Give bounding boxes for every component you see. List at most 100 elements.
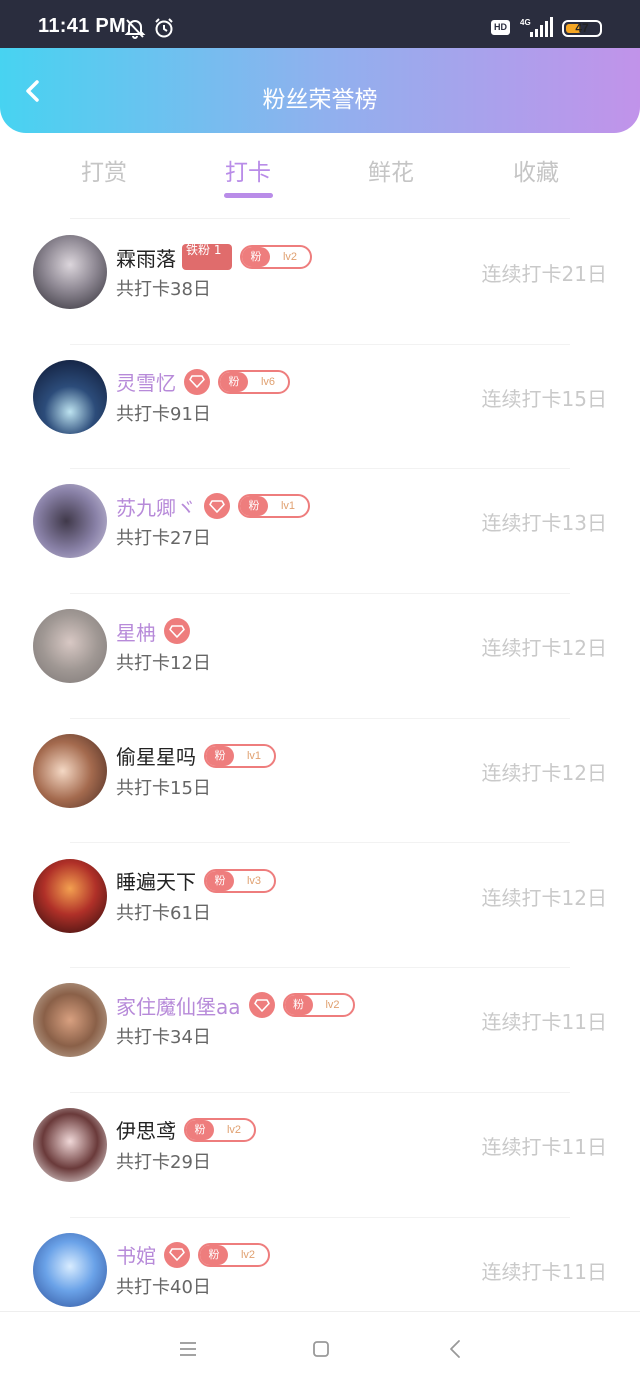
avatar-image [33, 609, 107, 684]
hd-icon: HD [491, 20, 510, 35]
total-checkin: 共打卡38日 [116, 279, 211, 300]
streak-days: 连续打卡12日 [481, 636, 607, 661]
header: 粉丝荣誉榜 [0, 48, 640, 133]
avatar[interactable] [33, 235, 107, 309]
avatar-image [33, 235, 107, 309]
fan-row[interactable]: 家住魔仙堡aa 粉 lv2 共打卡34日 连续打卡11日 [0, 968, 640, 1093]
battery-level: 47 [575, 21, 589, 35]
bell-muted-icon [124, 19, 146, 39]
streak-days: 连续打卡11日 [481, 1259, 607, 1284]
fan-badge-level: lv1 [246, 749, 262, 762]
avatar-image [33, 1232, 107, 1307]
streak-days: 连续打卡12日 [481, 885, 607, 910]
battery-icon: 47 [562, 20, 602, 37]
fan-row[interactable]: 星柟 共打卡12日 连续打卡12日 [0, 594, 640, 719]
status-bar: 11:41 PM HD 4G 47 [0, 0, 640, 48]
fan-row[interactable]: 霖雨落 铁粉 1 粉 lv2 共打卡38日 连续打卡21日 [0, 220, 640, 345]
fan-name: 霖雨落 [116, 246, 176, 271]
diamond-shape [169, 1248, 185, 1261]
name-line: 霖雨落 铁粉 1 粉 lv2 [116, 242, 312, 272]
active-tab-indicator [224, 193, 273, 198]
avatar[interactable] [33, 1107, 107, 1182]
signal-icon: 4G [520, 17, 553, 37]
avatar[interactable] [33, 733, 107, 808]
back-triangle-icon [450, 1340, 460, 1358]
fan-row[interactable]: 苏九卿ヾ 粉 lv1 共打卡27日 连续打卡13日 [0, 469, 640, 595]
fan-name: 灵雪忆 [116, 371, 176, 396]
page-title: 粉丝荣誉榜 [262, 87, 378, 113]
avatar-image [33, 858, 107, 933]
fan-badge-level: lv2 [226, 1123, 242, 1136]
streak-days: 连续打卡11日 [481, 1134, 607, 1159]
divider [70, 218, 570, 219]
fan-level-badge: 粉 lv1 [238, 494, 310, 519]
fan-name: 伊思鸢 [116, 1119, 176, 1144]
system-back-button[interactable] [440, 1338, 470, 1362]
diamond-shape [189, 375, 205, 388]
fan-level-badge: 粉 lv2 [198, 1242, 270, 1267]
tab-reward[interactable]: 打赏 [44, 153, 164, 187]
name-line: 灵雪忆 粉 lv6 [116, 367, 290, 397]
avatar[interactable] [33, 1232, 107, 1307]
total-checkin: 共打卡91日 [116, 403, 211, 425]
diamond-shape [209, 500, 225, 513]
fan-row[interactable]: 睡遍天下 粉 lv3 共打卡61日 连续打卡12日 [0, 844, 640, 969]
total-checkin: 共打卡27日 [116, 528, 211, 550]
tab-flowers[interactable]: 鲜花 [331, 153, 451, 187]
fan-badge-label: 粉 [284, 995, 313, 1016]
fan-badge-label: 粉 [206, 745, 234, 766]
fan-badge-label: 粉 [206, 870, 234, 891]
fan-level-badge: 粉 lv2 [184, 1117, 256, 1142]
streak-days: 连续打卡12日 [481, 760, 607, 785]
total-checkin: 共打卡15日 [116, 777, 211, 799]
fan-badge-level: lv2 [325, 999, 340, 1012]
iron-fan-badge: 铁粉 1 [182, 244, 232, 270]
streak-days: 连续打卡21日 [481, 262, 607, 286]
tab-favorites[interactable]: 收藏 [476, 153, 596, 187]
fan-badge-label: 粉 [220, 371, 248, 392]
name-line: 伊思鸢 粉 lv2 [116, 1115, 256, 1145]
fan-row[interactable]: 伊思鸢 粉 lv2 共打卡29日 连续打卡11日 [0, 1093, 640, 1218]
fan-badge-level: lv3 [246, 874, 262, 887]
avatar-image [33, 484, 107, 559]
home-button[interactable] [306, 1338, 336, 1362]
fan-badge-label: 粉 [186, 1119, 214, 1140]
fan-row[interactable]: 灵雪忆 粉 lv6 共打卡91日 连续打卡15日 [0, 345, 640, 470]
fan-badge-label: 粉 [200, 1244, 228, 1265]
avatar[interactable] [33, 858, 107, 933]
diamond-icon [164, 618, 190, 645]
diamond-shape [169, 624, 185, 638]
fan-row[interactable]: 偷星星吗 粉 lv1 共打卡15日 连续打卡12日 [0, 719, 640, 844]
total-checkin: 共打卡29日 [116, 1151, 211, 1173]
diamond-icon [164, 1241, 190, 1268]
name-line: 星柟 [116, 616, 190, 646]
total-checkin: 共打卡61日 [116, 902, 211, 924]
total-checkin: 共打卡12日 [116, 653, 211, 675]
name-line: 书婠 粉 lv2 [116, 1240, 270, 1270]
fan-level-badge: 粉 lv3 [204, 868, 276, 893]
streak-days: 连续打卡11日 [481, 1010, 607, 1035]
avatar[interactable] [33, 609, 107, 684]
avatar-image [33, 359, 107, 434]
fan-name: 家住魔仙堡aa [116, 994, 241, 1019]
fan-badge-level: lv2 [282, 251, 298, 263]
avatar[interactable] [33, 484, 107, 559]
fan-badge-level: lv2 [240, 1248, 256, 1261]
status-time: 11:41 PM [38, 15, 127, 37]
avatar[interactable] [33, 983, 107, 1058]
name-line: 家住魔仙堡aa 粉 lv2 [116, 990, 355, 1020]
total-checkin: 共打卡40日 [116, 1276, 211, 1298]
avatar-image [33, 1107, 107, 1182]
diamond-icon [248, 992, 275, 1019]
menu-button[interactable] [173, 1338, 203, 1362]
tab-checkin[interactable]: 打卡 [188, 153, 308, 187]
fan-level-badge: 粉 lv1 [204, 743, 276, 768]
diamond-shape [253, 998, 270, 1012]
total-checkin: 共打卡34日 [116, 1027, 211, 1049]
avatar-image [33, 733, 107, 808]
fan-name: 偷星星吗 [116, 745, 196, 770]
fan-level-badge: 粉 lv2 [240, 245, 312, 269]
avatar[interactable] [33, 359, 107, 434]
home-square-icon [313, 1341, 329, 1357]
streak-days: 连续打卡15日 [481, 386, 607, 411]
